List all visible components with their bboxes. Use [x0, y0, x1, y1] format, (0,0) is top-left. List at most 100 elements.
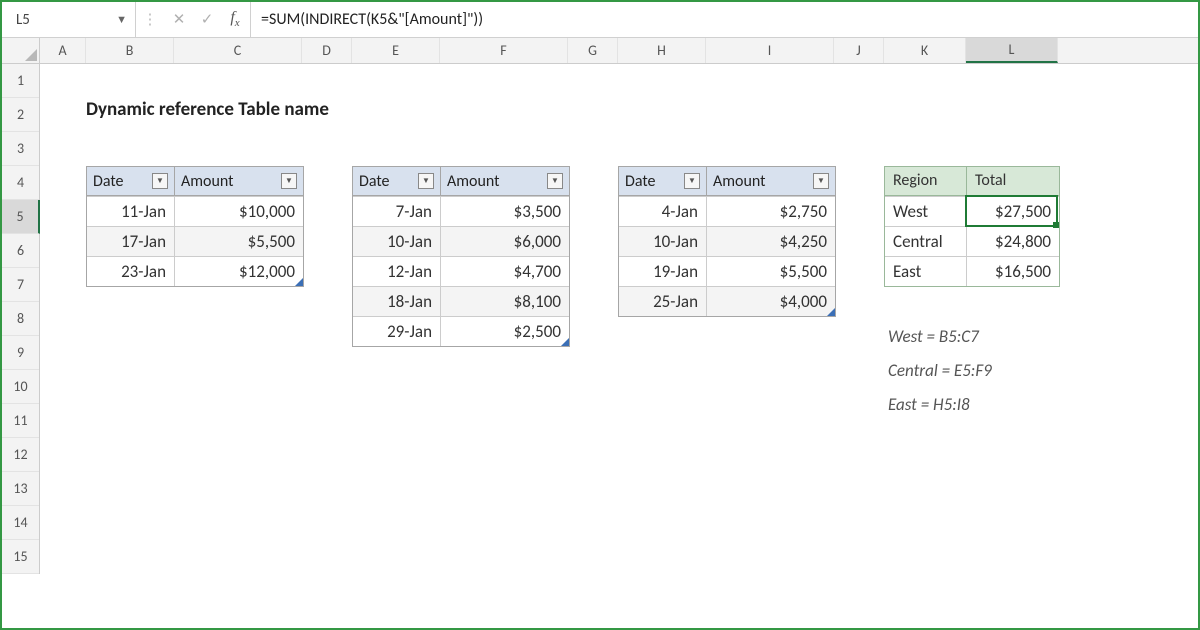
cell-date[interactable]: 4-Jan [619, 196, 707, 226]
table-header-amount[interactable]: Amount▼ [707, 167, 835, 195]
table-row: 17-Jan$5,500 [87, 226, 303, 256]
cell-region[interactable]: Central [885, 226, 967, 256]
filter-dropdown-icon[interactable]: ▼ [684, 173, 700, 189]
cell-date[interactable]: 19-Jan [619, 256, 707, 286]
row-header-3[interactable]: 3 [2, 132, 39, 166]
filter-dropdown-icon[interactable]: ▼ [418, 173, 434, 189]
formula-text: =SUM(INDIRECT(K5&"[Amount]")) [261, 10, 483, 29]
column-header-F[interactable]: F [440, 38, 568, 63]
row-header-5[interactable]: 5 [2, 200, 40, 234]
summary-row: East$16,500 [885, 256, 1059, 286]
table-header-date[interactable]: Date▼ [353, 167, 441, 195]
column-header-L[interactable]: L [966, 38, 1058, 63]
table-header-date[interactable]: Date▼ [87, 167, 175, 195]
cell-total[interactable]: $27,500 [967, 196, 1059, 226]
table-resize-handle[interactable] [295, 278, 303, 286]
cell-amount[interactable]: $6,000 [441, 226, 569, 256]
data-table-east: Date▼ Amount▼ 4-Jan$2,75010-Jan$4,25019-… [618, 166, 836, 317]
page-title: Dynamic reference Table name [86, 98, 329, 121]
column-header-D[interactable]: D [302, 38, 352, 63]
table-row: 25-Jan$4,000 [619, 286, 835, 316]
column-header-H[interactable]: H [618, 38, 706, 63]
table-resize-handle[interactable] [561, 338, 569, 346]
cell-region[interactable]: East [885, 256, 967, 286]
summary-row: Central$24,800 [885, 226, 1059, 256]
data-table-west: Date▼ Amount▼ 11-Jan$10,00017-Jan$5,5002… [86, 166, 304, 287]
column-header-J[interactable]: J [834, 38, 884, 63]
row-header-10[interactable]: 10 [2, 370, 39, 404]
column-header-K[interactable]: K [884, 38, 966, 63]
table-row: 29-Jan$2,500 [353, 316, 569, 346]
column-header-I[interactable]: I [706, 38, 834, 63]
select-all-corner[interactable] [2, 38, 40, 63]
cell-amount[interactable]: $4,000 [707, 286, 835, 316]
grid[interactable]: Dynamic reference Table name Date▼ Amoun… [40, 64, 1198, 628]
table-header-amount[interactable]: Amount▼ [441, 167, 569, 195]
cell-date[interactable]: 7-Jan [353, 196, 441, 226]
filter-dropdown-icon[interactable]: ▼ [547, 173, 563, 189]
worksheet: ABCDEFGHIJKL 123456789101112131415 Dynam… [2, 38, 1198, 628]
row-header-2[interactable]: 2 [2, 98, 39, 132]
row-header-12[interactable]: 12 [2, 438, 39, 472]
summary-header-total: Total [967, 167, 1059, 195]
table-row: 11-Jan$10,000 [87, 196, 303, 226]
row-header-1[interactable]: 1 [2, 64, 39, 98]
cell-total[interactable]: $24,800 [967, 226, 1059, 256]
row-headers: 123456789101112131415 [2, 64, 40, 574]
row-header-14[interactable]: 14 [2, 506, 39, 540]
cell-amount[interactable]: $10,000 [175, 196, 303, 226]
cell-date[interactable]: 10-Jan [353, 226, 441, 256]
cell-date[interactable]: 11-Jan [87, 196, 175, 226]
cell-amount[interactable]: $3,500 [441, 196, 569, 226]
cell-amount[interactable]: $8,100 [441, 286, 569, 316]
cell-amount[interactable]: $2,500 [441, 316, 569, 346]
filter-dropdown-icon[interactable]: ▼ [813, 173, 829, 189]
filter-dropdown-icon[interactable]: ▼ [152, 173, 168, 189]
note-central: Central = E5:F9 [888, 360, 992, 381]
row-header-9[interactable]: 9 [2, 336, 39, 370]
cell-date[interactable]: 23-Jan [87, 256, 175, 286]
cancel-icon[interactable]: ✕ [170, 10, 188, 29]
column-header-E[interactable]: E [352, 38, 440, 63]
cell-region[interactable]: West [885, 196, 967, 226]
fx-icon[interactable]: fx [226, 9, 244, 29]
formula-input[interactable]: =SUM(INDIRECT(K5&"[Amount]")) [251, 2, 1198, 37]
cell-amount[interactable]: $5,500 [175, 226, 303, 256]
cell-total[interactable]: $16,500 [967, 256, 1059, 286]
cell-layer: Dynamic reference Table name Date▼ Amoun… [40, 64, 1198, 628]
cell-date[interactable]: 17-Jan [87, 226, 175, 256]
row-header-4[interactable]: 4 [2, 166, 39, 200]
row-header-6[interactable]: 6 [2, 234, 39, 268]
cell-date[interactable]: 12-Jan [353, 256, 441, 286]
chevron-down-icon: ▼ [116, 13, 127, 26]
table-row: 19-Jan$5,500 [619, 256, 835, 286]
table-header-amount[interactable]: Amount▼ [175, 167, 303, 195]
cell-date[interactable]: 29-Jan [353, 316, 441, 346]
cell-amount[interactable]: $5,500 [707, 256, 835, 286]
column-header-A[interactable]: A [40, 38, 86, 63]
column-header-B[interactable]: B [86, 38, 174, 63]
cell-amount[interactable]: $4,700 [441, 256, 569, 286]
row-header-7[interactable]: 7 [2, 268, 39, 302]
table-resize-handle[interactable] [827, 308, 835, 316]
filter-dropdown-icon[interactable]: ▼ [281, 173, 297, 189]
cell-amount[interactable]: $12,000 [175, 256, 303, 286]
row-header-15[interactable]: 15 [2, 540, 39, 574]
name-box[interactable]: L5 ▼ [8, 2, 136, 37]
cell-amount[interactable]: $4,250 [707, 226, 835, 256]
row-header-8[interactable]: 8 [2, 302, 39, 336]
confirm-icon[interactable]: ✓ [198, 10, 216, 29]
column-headers: ABCDEFGHIJKL [2, 38, 1198, 64]
row-header-13[interactable]: 13 [2, 472, 39, 506]
cell-date[interactable]: 18-Jan [353, 286, 441, 316]
table-header-date[interactable]: Date▼ [619, 167, 707, 195]
app-frame: L5 ▼ ⋮ ✕ ✓ fx =SUM(INDIRECT(K5&"[Amount]… [0, 0, 1200, 630]
row-header-11[interactable]: 11 [2, 404, 39, 438]
column-header-G[interactable]: G [568, 38, 618, 63]
cell-date[interactable]: 10-Jan [619, 226, 707, 256]
column-header-C[interactable]: C [174, 38, 302, 63]
note-west: West = B5:C7 [888, 326, 979, 347]
cell-date[interactable]: 25-Jan [619, 286, 707, 316]
table-row: 10-Jan$4,250 [619, 226, 835, 256]
cell-amount[interactable]: $2,750 [707, 196, 835, 226]
